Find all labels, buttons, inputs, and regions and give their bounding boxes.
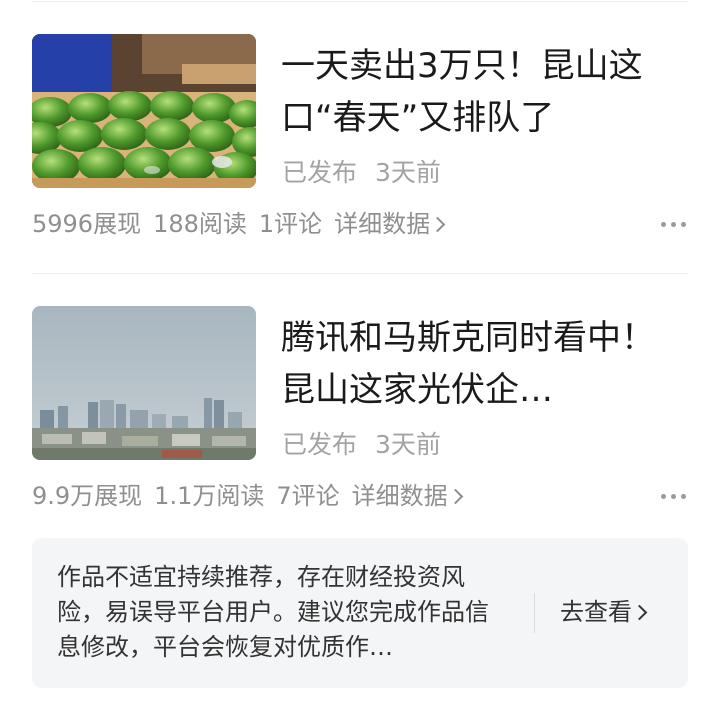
more-dot-icon xyxy=(661,221,666,227)
more-dot-icon xyxy=(681,493,686,499)
comments-count: 1评论 xyxy=(258,210,323,238)
more-dot-icon xyxy=(671,493,676,499)
article-status-line: 已发布 3天前 xyxy=(282,428,459,462)
more-options-button[interactable] xyxy=(661,478,686,514)
chevron-right-icon xyxy=(631,604,648,621)
detail-data-label: 详细数据 xyxy=(334,210,431,238)
more-dot-icon xyxy=(671,221,676,227)
article-title[interactable]: 腾讯和马斯克同时看中！昆山这家光伏企… xyxy=(281,312,681,416)
article-thumbnail[interactable] xyxy=(32,306,256,460)
reads-count: 1.1万阅读 xyxy=(154,482,265,510)
article-stats: 5996展现 188阅读 1评论 详细数据 xyxy=(32,206,688,242)
more-options-button[interactable] xyxy=(661,206,686,242)
publish-time: 3天前 xyxy=(375,430,441,459)
publish-status: 已发布 xyxy=(282,158,358,187)
recommendation-notice: 作品不适宜持续推荐，存在财经投资风险，易误导平台用户。建议您完成作品信息修改，平… xyxy=(32,538,688,688)
article-title[interactable]: 一天卖出3万只！昆山这口“春天”又排队了 xyxy=(281,40,681,144)
article-thumbnail[interactable] xyxy=(32,34,256,188)
reads-count: 188阅读 xyxy=(153,210,247,238)
green-dumplings-photo-icon xyxy=(32,34,256,188)
detail-data-label: 详细数据 xyxy=(351,482,448,510)
detail-data-link[interactable]: 详细数据 xyxy=(351,482,463,510)
more-dot-icon xyxy=(681,221,686,227)
article-status-line: 已发布 3天前 xyxy=(282,156,459,190)
city-skyline-photo-icon xyxy=(32,306,256,460)
notice-divider xyxy=(534,593,535,633)
chevron-right-icon xyxy=(429,216,446,233)
article-divider xyxy=(32,273,688,274)
top-divider xyxy=(32,1,688,2)
detail-data-link[interactable]: 详细数据 xyxy=(334,210,446,238)
comments-count: 7评论 xyxy=(276,482,340,510)
article-stats: 9.9万展现 1.1万阅读 7评论 详细数据 xyxy=(32,478,688,514)
notice-text: 作品不适宜持续推荐，存在财经投资风险，易误导平台用户。建议您完成作品信息修改，平… xyxy=(57,563,489,661)
views-count: 5996展现 xyxy=(32,210,142,238)
go-check-label: 去查看 xyxy=(560,598,632,626)
chevron-right-icon xyxy=(447,488,463,505)
views-count: 9.9万展现 xyxy=(32,482,143,510)
go-check-button[interactable]: 去查看 xyxy=(560,594,648,630)
publish-time: 3天前 xyxy=(375,158,441,187)
publish-status: 已发布 xyxy=(282,430,358,459)
more-dot-icon xyxy=(661,493,666,499)
